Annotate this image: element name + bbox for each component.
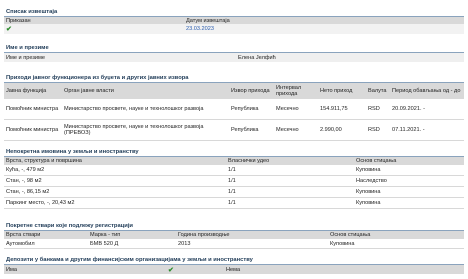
column-header: Има	[4, 265, 166, 274]
column-header: Основ стицања	[328, 231, 464, 239]
column-header: Година производње	[176, 231, 328, 239]
cell: Стан, -, 86,15 м2	[4, 186, 226, 198]
column-header: Приказан	[4, 17, 184, 24]
cell: 1/1	[226, 197, 354, 209]
section-title: Приходи јавног функционера из буџета и д…	[4, 74, 464, 83]
property-section: Непокретна имовина у земљи и иностранств…	[4, 148, 464, 209]
column-header: Јавна функција	[4, 83, 62, 99]
column-header: Нето приход	[318, 83, 366, 99]
name-section: Име и презиме Име и презиме Елена Јелфић	[4, 44, 464, 62]
name-table: Име и презиме Елена Јелфић	[4, 53, 464, 62]
reports-table: Приказан Датум извештаја ✔ 23.03.2023	[4, 17, 464, 34]
cell: 1/1	[226, 175, 354, 187]
cell: RSD	[366, 119, 390, 141]
table-row: Помоћник министра Министарство просвете,…	[4, 119, 464, 141]
income-table: Јавна функција Орган јавне власти Извор …	[4, 83, 464, 141]
deposits-table: Има ✔ Нема	[4, 265, 464, 274]
cell: Месечно	[274, 119, 318, 141]
cell: 1/1	[226, 186, 354, 198]
cell: Министарство просвете, науке и технолошк…	[62, 99, 229, 120]
income-section: Приходи јавног функционера из буџета и д…	[4, 74, 464, 141]
cell: Месечно	[274, 99, 318, 120]
name-value: Елена Јелфић	[236, 53, 464, 62]
checkmark-icon: ✔	[6, 26, 12, 33]
section-title: Покретне ствари које подлежу регистрациј…	[4, 222, 464, 231]
cell: 07.11.2021. -	[390, 119, 464, 141]
cell: Кућа, -, 479 м2	[4, 165, 226, 176]
column-header: Власнички удео	[226, 157, 354, 165]
cell: Министарство просвете, науке и технолошк…	[62, 119, 229, 141]
cell: 2013	[176, 239, 328, 249]
column-header: Период обављања од - до	[390, 83, 464, 99]
report-date-link[interactable]: 23.03.2023	[186, 26, 214, 32]
column-header: Извор прихода	[229, 83, 274, 99]
cell: Помоћник министра	[4, 119, 62, 141]
vehicles-table: Врста ствари Марка - тип Година производ…	[4, 231, 464, 249]
cell: Стан, -, 98 м2	[4, 175, 226, 187]
section-title: Име и презиме	[4, 44, 464, 53]
property-table: Врста, структура и површина Власнички уд…	[4, 157, 464, 209]
vehicles-section: Покретне ствари које подлежу регистрациј…	[4, 222, 464, 249]
table-row: Кућа, -, 479 м2 1/1 Куповина	[4, 165, 464, 176]
cell: 1/1	[226, 165, 354, 176]
name-label: Име и презиме	[4, 53, 236, 62]
cell: Република	[229, 99, 274, 120]
column-header: Врста ствари	[4, 231, 88, 239]
cell: 154.911,75	[318, 99, 366, 120]
declaration-page: Списак извештаја Приказан Датум извештај…	[0, 0, 468, 279]
reports-section: Списак извештаја Приказан Датум извештај…	[4, 8, 464, 34]
checkmark-icon: ✔	[168, 266, 174, 274]
cell: Помоћник министра	[4, 99, 62, 120]
table-row: Паркинг место, -, 20,43 м2 1/1 Куповина	[4, 197, 464, 209]
cell: Република	[229, 119, 274, 141]
table-row: Стан, -, 98 м2 1/1 Наследство	[4, 175, 464, 187]
deposits-section: Депозити у банкама и другим финансијским…	[4, 256, 464, 274]
cell: Паркинг место, -, 20,43 м2	[4, 197, 226, 209]
table-row: Стан, -, 86,15 м2 1/1 Куповина	[4, 186, 464, 198]
column-header: Нема	[224, 265, 464, 274]
section-title: Списак извештаја	[4, 8, 464, 17]
cell: Куповина	[354, 165, 464, 176]
cell: БМВ 520 Д	[88, 239, 176, 249]
column-header: Врста, структура и површина	[4, 157, 226, 165]
cell: Наследство	[354, 175, 464, 187]
cell: Куповина	[354, 186, 464, 198]
section-title: Непокретна имовина у земљи и иностранств…	[4, 148, 464, 157]
column-header: Орган јавне власти	[62, 83, 229, 99]
cell: Куповина	[328, 239, 464, 249]
column-header: Датум извештаја	[184, 17, 464, 24]
cell: RSD	[366, 99, 390, 120]
cell: 20.09.2021. -	[390, 99, 464, 120]
column-header: Интервал прихода	[274, 83, 318, 99]
cell: Аутомобил	[4, 239, 88, 249]
column-header: Валута	[366, 83, 390, 99]
column-header: Марка - тип	[88, 231, 176, 239]
column-header: Основ стицања	[354, 157, 464, 165]
table-row: Аутомобил БМВ 520 Д 2013 Куповина	[4, 239, 464, 249]
section-title: Депозити у банкама и другим финансијским…	[4, 256, 464, 265]
table-row: Помоћник министра Министарство просвете,…	[4, 99, 464, 120]
cell: Куповина	[354, 197, 464, 209]
cell: 2.990,00	[318, 119, 366, 141]
